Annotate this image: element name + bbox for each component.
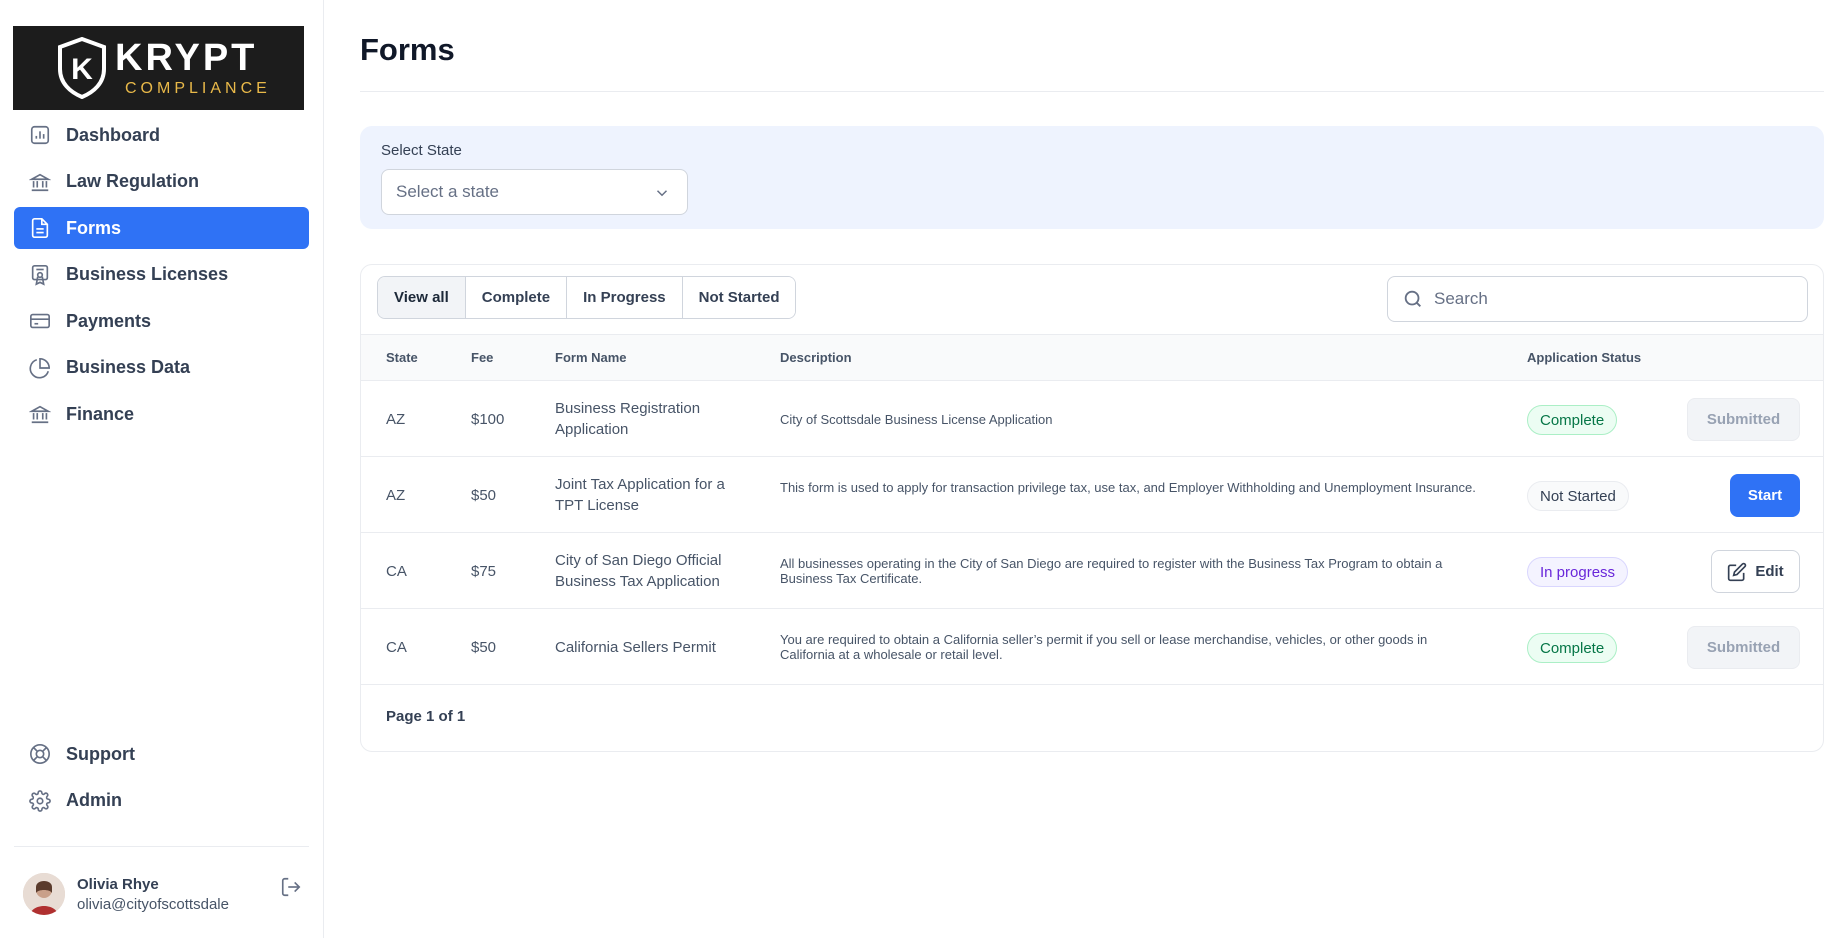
- brand-tagline: COMPLIANCE: [125, 80, 271, 97]
- status-badge: Not Started: [1527, 481, 1629, 511]
- start-button[interactable]: Start: [1730, 474, 1800, 517]
- chevron-down-icon: [656, 190, 668, 197]
- cell-fee: $100: [471, 411, 505, 428]
- cell-fee: $75: [471, 563, 497, 580]
- bank-icon: [27, 401, 53, 427]
- cell-description: You are required to obtain a California …: [780, 632, 1428, 662]
- sidebar-item-label: Business Licenses: [66, 264, 229, 284]
- sidebar-item-label: Admin: [66, 790, 122, 810]
- logout-icon[interactable]: [278, 874, 304, 900]
- cell-description: City of Scottsdale Business License Appl…: [780, 412, 1053, 427]
- user-name: Olivia Rhye: [77, 875, 159, 893]
- svg-text:K: K: [71, 53, 93, 86]
- title-divider: [360, 91, 1824, 92]
- table-row: CA $75 City of San Diego Official Busine…: [361, 533, 1823, 609]
- forms-table-card: View all Complete In Progress Not Starte…: [360, 264, 1824, 752]
- bar-chart-icon: [27, 122, 53, 148]
- sidebar-item-finance[interactable]: Finance: [14, 393, 309, 435]
- cell-description: All businesses operating in the City of …: [780, 556, 1443, 586]
- sidebar-item-label: Finance: [66, 403, 135, 424]
- sidebar-item-admin[interactable]: Admin: [14, 780, 309, 822]
- table-row: AZ $100 Business Registration Applicatio…: [361, 381, 1823, 457]
- cell-form-name: Joint Tax Application for a TPT License: [555, 476, 725, 514]
- sidebar-item-label: Support: [66, 743, 135, 764]
- gear-icon: [27, 788, 53, 814]
- cell-state: CA: [386, 639, 407, 656]
- sidebar-divider: [14, 846, 309, 847]
- sidebar-item-dashboard[interactable]: Dashboard: [14, 114, 309, 156]
- status-badge: Complete: [1527, 633, 1618, 663]
- search-icon: [1404, 290, 1421, 307]
- cell-form-name: Business Registration Application: [555, 400, 701, 438]
- sidebar-item-label: Forms: [66, 217, 122, 238]
- status-filter-tabs: View all Complete In Progress Not Starte…: [377, 276, 797, 319]
- tab-not-started[interactable]: Not Started: [682, 277, 796, 318]
- tab-complete[interactable]: Complete: [465, 277, 568, 318]
- pie-chart-icon: [27, 355, 53, 381]
- cell-fee: $50: [471, 639, 497, 656]
- secondary-nav: Support Admin: [14, 733, 309, 826]
- header-description[interactable]: Description: [780, 350, 852, 365]
- sidebar-item-label: Dashboard: [66, 124, 161, 145]
- status-badge: In progress: [1527, 557, 1629, 587]
- sidebar-item-label: Payments: [66, 310, 152, 331]
- table-header: State Fee Form Name Description Applicat…: [361, 334, 1823, 381]
- sidebar-item-payments[interactable]: Payments: [14, 300, 309, 342]
- sidebar-item-forms[interactable]: Forms: [14, 207, 309, 249]
- state-select-placeholder: Select a state: [396, 182, 500, 201]
- avatar[interactable]: [23, 873, 65, 915]
- brand-name: KRYPT: [115, 37, 258, 79]
- header-fee[interactable]: Fee: [471, 350, 493, 365]
- cell-description: This form is used to apply for transacti…: [780, 480, 1476, 495]
- tab-view-all[interactable]: View all: [378, 277, 466, 318]
- user-email: olivia@cityofscottsdale: [77, 895, 229, 913]
- sidebar-item-support[interactable]: Support: [14, 733, 309, 775]
- app-root: K KRYPT COMPLIANCE Dashboard Law Regulat…: [0, 0, 1844, 938]
- life-buoy-icon: [27, 741, 53, 767]
- main-nav: Dashboard Law Regulation Forms Business …: [14, 114, 309, 440]
- credit-card-icon: [27, 308, 53, 334]
- submitted-button[interactable]: Submitted: [1687, 626, 1800, 669]
- header-application-status[interactable]: Application Status: [1527, 350, 1641, 365]
- cell-form-name: City of San Diego Official Business Tax …: [555, 552, 722, 590]
- pagination-text: Page 1 of 1: [386, 708, 466, 725]
- shield-logo-icon: K: [58, 37, 106, 99]
- header-form-name[interactable]: Form Name: [555, 350, 627, 365]
- sidebar-item-label: Business Data: [66, 357, 191, 377]
- state-select[interactable]: Select a state: [381, 169, 688, 215]
- sidebar: K KRYPT COMPLIANCE Dashboard Law Regulat…: [0, 0, 324, 938]
- search-placeholder: Search: [1434, 289, 1488, 308]
- krypt-logo[interactable]: K KRYPT COMPLIANCE: [13, 26, 304, 110]
- tab-in-progress[interactable]: In Progress: [567, 277, 683, 318]
- page-title: Forms: [360, 32, 455, 67]
- header-state[interactable]: State: [386, 350, 418, 365]
- cell-form-name: California Sellers Permit: [555, 639, 716, 656]
- sidebar-item-business-data[interactable]: Business Data: [14, 347, 309, 389]
- cell-fee: $50: [471, 487, 497, 504]
- edit-button[interactable]: Edit: [1711, 550, 1800, 593]
- state-filter-panel: Select State Select a state: [360, 126, 1824, 229]
- bank-icon: [27, 169, 53, 195]
- file-text-icon: [27, 215, 53, 241]
- table-row: CA $50 California Sellers Permit You are…: [361, 609, 1823, 685]
- cell-state: AZ: [386, 411, 406, 428]
- submitted-button[interactable]: Submitted: [1687, 398, 1800, 441]
- sidebar-item-label: Law Regulation: [66, 171, 200, 191]
- cell-state: AZ: [386, 487, 406, 504]
- sidebar-item-business-licenses[interactable]: Business Licenses: [14, 254, 309, 296]
- user-profile: Olivia Rhye olivia@cityofscottsdale: [23, 870, 308, 918]
- edit-icon: [1728, 562, 1747, 581]
- table-row: AZ $50 Joint Tax Application for a TPT L…: [361, 457, 1823, 533]
- select-state-label: Select State: [381, 142, 462, 159]
- sidebar-item-law-regulation[interactable]: Law Regulation: [14, 161, 309, 203]
- status-badge: Complete: [1527, 405, 1618, 435]
- cell-state: CA: [386, 563, 407, 580]
- edit-button-label: Edit: [1755, 563, 1784, 580]
- search-input[interactable]: Search: [1387, 276, 1808, 322]
- certificate-icon: [27, 262, 53, 288]
